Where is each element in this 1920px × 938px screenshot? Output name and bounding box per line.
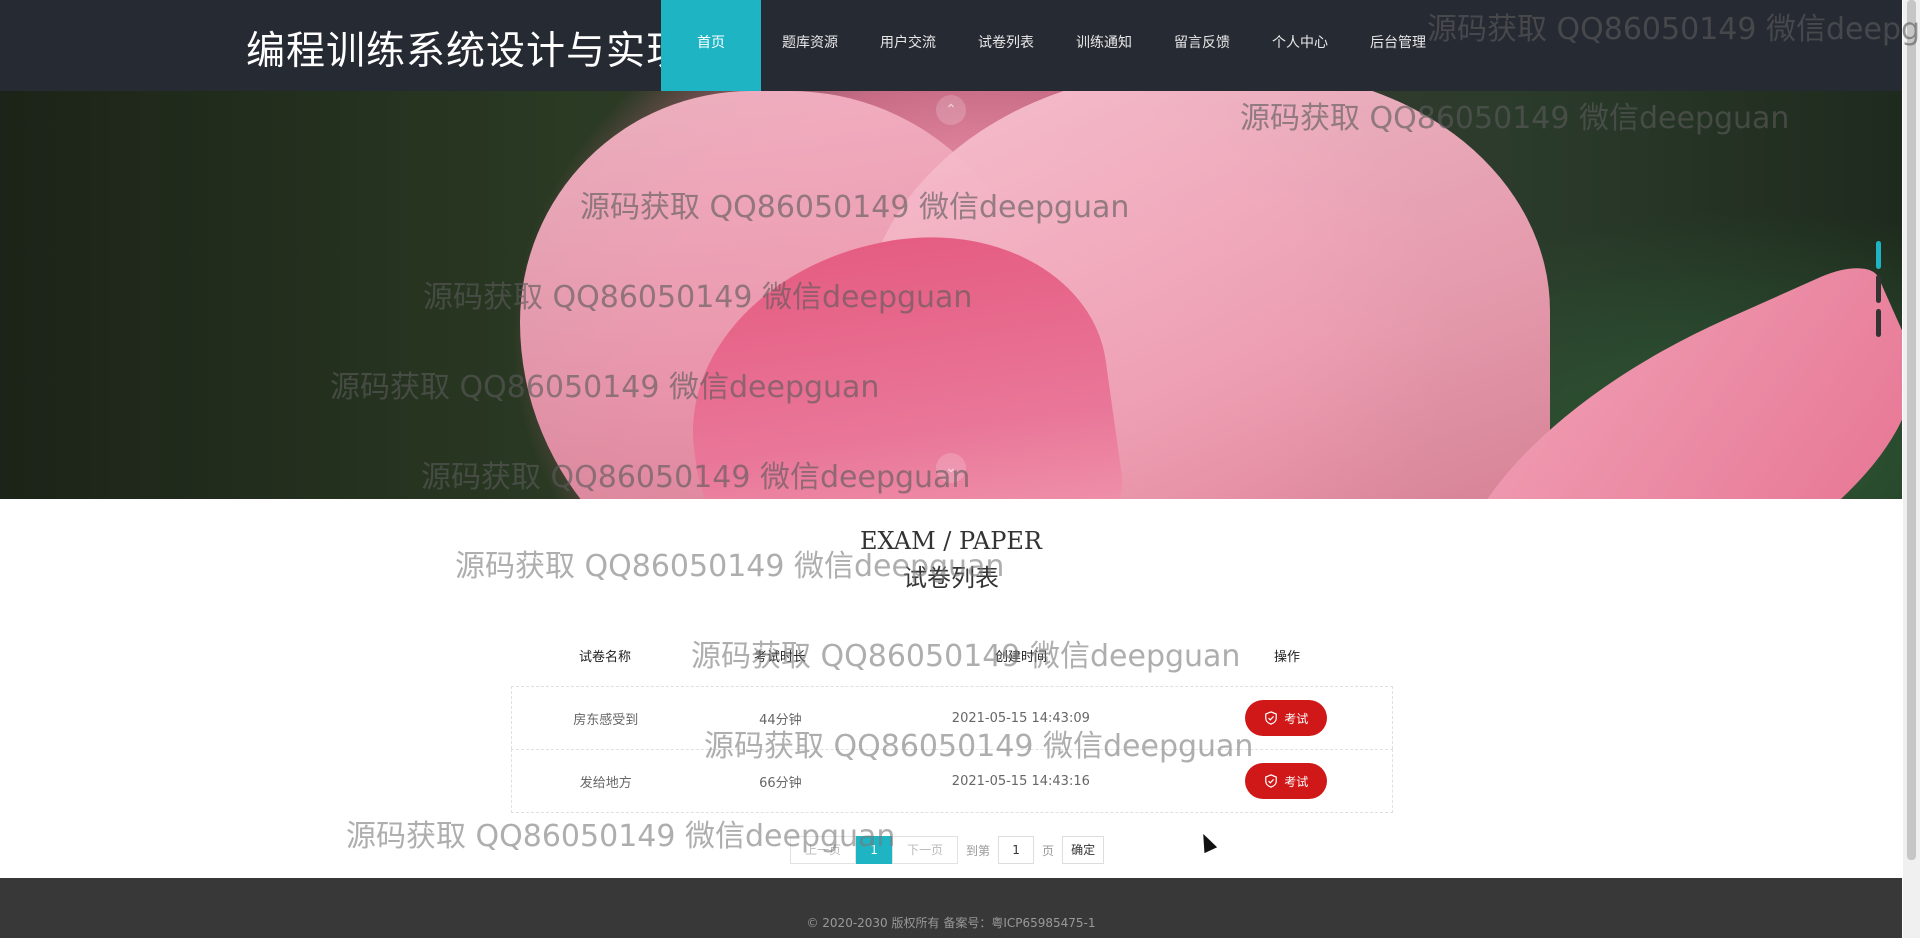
action-cell: 考试 [1180,700,1392,736]
goto-confirm-button[interactable]: 确定 [1062,836,1105,864]
next-page-button[interactable]: 下一页 [892,836,959,864]
goto-label: 到第 [966,843,991,858]
exam-created: 2021-05-15 14:43:16 [951,773,1090,789]
exam-name: 发给地方 [579,775,632,791]
start-exam-button[interactable]: 考试 [1245,700,1328,736]
carousel-dot[interactable] [1876,241,1881,269]
nav-feedback[interactable]: 留言反馈 [1153,0,1251,91]
exam-name: 房东感受到 [573,712,639,728]
start-exam-label: 考试 [1284,774,1309,789]
nav-question-bank[interactable]: 题库资源 [761,0,859,91]
exam-created: 2021-05-15 14:43:09 [951,710,1090,726]
banner-carousel[interactable]: ⌃ ⌄ [0,91,1902,499]
carousel-dot[interactable] [1876,275,1881,303]
table-row: 发给地方 66分钟 2021-05-15 14:43:16 考试 [511,749,1393,813]
top-header: 编程训练系统设计与实现 首页 题库资源 用户交流 试卷列表 训练通知 留言反馈 … [0,0,1902,91]
page-number-input[interactable] [998,836,1035,864]
column-header-action: 操作 [1273,650,1300,665]
column-header-duration: 考试时长 [753,650,806,665]
action-cell: 考试 [1180,763,1392,799]
footer: © 2020-2030 版权所有 备案号：粤ICP65985475-1 [0,878,1902,938]
section-title-en: EXAM / PAPER [859,527,1042,555]
exam-duration: 66分钟 [759,775,802,791]
table-header: 试卷名称 考试时长 创建时间 操作 [511,640,1393,686]
chevron-up-icon[interactable]: ⌃ [936,95,966,125]
nav-home[interactable]: 首页 [661,0,761,91]
current-page[interactable]: 1 [856,836,893,864]
prev-page-button[interactable]: 上一页 [790,836,857,864]
nav-training-notice[interactable]: 训练通知 [1055,0,1153,91]
nav-exam-list[interactable]: 试卷列表 [957,0,1055,91]
table-row: 房东感受到 44分钟 2021-05-15 14:43:09 考试 [511,686,1393,749]
column-header-name: 试卷名称 [578,650,631,665]
pagination: 上一页 1 下一页 到第 页 确定 [790,836,1105,864]
carousel-indicators [1876,241,1881,337]
scrollbar-thumb[interactable] [1907,0,1916,860]
section-title: 试卷列表 [903,564,999,592]
nav-admin[interactable]: 后台管理 [1349,0,1447,91]
main-nav: 首页 题库资源 用户交流 试卷列表 训练通知 留言反馈 个人中心 后台管理 [661,0,1447,91]
mouse-cursor-icon [1196,830,1218,854]
page-unit-label: 页 [1042,843,1055,858]
site-title: 编程训练系统设计与实现 [246,29,687,74]
exam-duration: 44分钟 [759,712,802,728]
page-scrollbar[interactable] [1903,0,1920,938]
nav-user-forum[interactable]: 用户交流 [859,0,957,91]
carousel-dot[interactable] [1876,309,1881,337]
start-exam-button[interactable]: 考试 [1245,763,1328,799]
footer-copyright: © 2020-2030 版权所有 备案号：粤ICP65985475-1 [806,916,1096,930]
shield-check-icon [1265,774,1278,788]
column-header-created: 创建时间 [994,650,1047,665]
chevron-down-icon[interactable]: ⌄ [936,453,966,483]
start-exam-label: 考试 [1284,711,1309,726]
nav-personal-center[interactable]: 个人中心 [1251,0,1349,91]
shield-check-icon [1265,711,1278,725]
exam-table: 试卷名称 考试时长 创建时间 操作 房东感受到 44分钟 2021-05-15 … [511,640,1393,813]
